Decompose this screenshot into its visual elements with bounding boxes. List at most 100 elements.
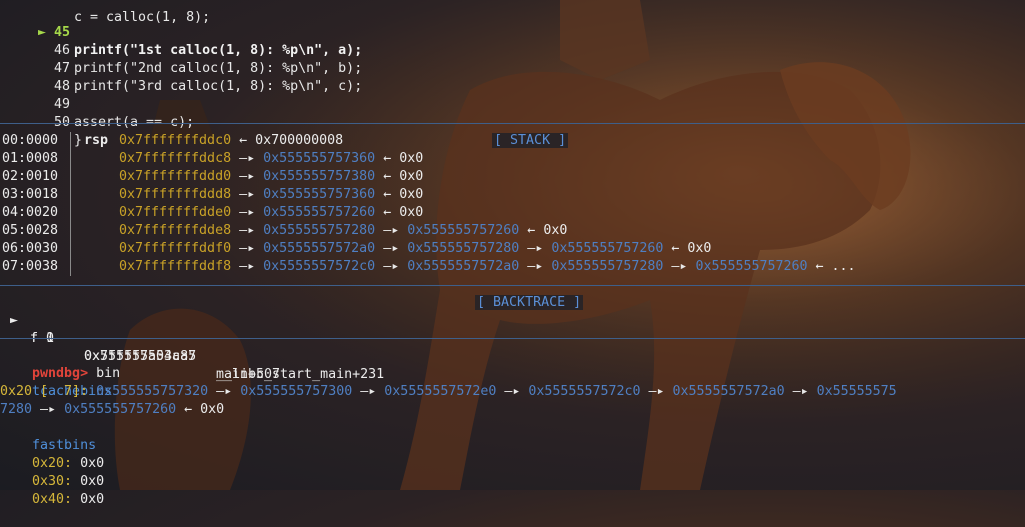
stack-chain-terminal: ← 0x0 [375, 151, 424, 166]
tcache-bin-size: 0x20 [ 7]: [0, 384, 97, 399]
heap-address: 0x5555557572a0 [407, 259, 520, 274]
source-line: 50 } [0, 96, 82, 148]
stack-chain: 0x7fffffffdde8 —▸ 0x555555757280 —▸ 0x55… [119, 222, 567, 240]
heap-address: 0x555555757260 [263, 205, 376, 220]
pointer-arrow-icon: —▸ [496, 384, 529, 399]
pointer-arrow-icon: —▸ [231, 241, 264, 256]
backtrace-header: [ BACKTRACE ] [443, 276, 584, 310]
tcache-chunk-address: 0x555555757260 [64, 402, 177, 417]
stack-chain: 0x7fffffffdde0 —▸ 0x555555757260 ← 0x0 [119, 204, 423, 222]
stack-offset: 04:0020 [2, 205, 59, 220]
stack-offset: 01:0008 [2, 151, 59, 166]
source-line-number: 45 [53, 25, 70, 40]
tcache-chunk-address-wrap: 7280 [0, 402, 33, 417]
console-separator [0, 338, 1025, 339]
frame-symbol: __libc_start_main+231 [216, 367, 385, 382]
fastbin-value: 0x0 [80, 492, 105, 507]
tcachebins-label-line: tcachebins [0, 365, 112, 399]
stack-address: 0x7fffffffdde0 [119, 205, 232, 220]
stack-register: rsp [84, 133, 109, 148]
source-line: 47 printf("3rd calloc(1, 8): %p\n", c); [0, 42, 362, 94]
tcache-chunk-address: 0x5555557572c0 [528, 384, 641, 399]
backtrace-frame[interactable]: f 1 0x7ffff7a03c87 __libc_start_main+231 [0, 312, 384, 382]
heap-address: 0x555555757260 [551, 241, 664, 256]
stack-address: 0x7fffffffddd0 [119, 169, 232, 184]
tcache-chunk-address: 0x5555557572e0 [384, 384, 497, 399]
fastbins-label-line: fastbins [0, 419, 96, 453]
stack-offset: 03:0018 [2, 187, 59, 202]
source-line-text: printf("3rd calloc(1, 8): %p\n", c); [74, 79, 363, 94]
stack-chain: 0x7fffffffddf8 —▸ 0x5555557572c0 —▸ 0x55… [119, 258, 856, 276]
pointer-arrow-icon: —▸ [231, 259, 264, 274]
pointer-arrow-icon: —▸ [375, 241, 408, 256]
source-line-current: ► 45 printf("1st calloc(1, 8): %p\n", a)… [0, 6, 362, 58]
tcache-chain-terminal: ← 0x0 [176, 402, 225, 417]
heap-address: 0x555555757260 [695, 259, 808, 274]
pointer-arrow-icon: —▸ [231, 169, 264, 184]
stack-address: 0x7fffffffdde8 [119, 223, 232, 238]
source-line-text: } [74, 133, 83, 148]
stack-chain-terminal: ← 0x0 [375, 205, 424, 220]
stack-header-label: [ STACK ] [492, 133, 569, 148]
stack-header: [ STACK ] [460, 114, 569, 148]
pointer-arrow-icon: —▸ [32, 402, 65, 417]
pointer-arrow-icon: —▸ [352, 384, 385, 399]
stack-address: 0x7fffffffddf0 [119, 241, 232, 256]
stack-chain: 0x7fffffffddc8 —▸ 0x555555757360 ← 0x0 [119, 150, 423, 168]
backtrace-frame[interactable]: ► f 0 0x555555554aa5 main+507 [0, 294, 280, 382]
stack-address: 0x7fffffffddd8 [119, 187, 232, 202]
stack-chain: 0x7fffffffddd0 —▸ 0x555555757380 ← 0x0 [119, 168, 423, 186]
pointer-arrow-icon: —▸ [231, 151, 264, 166]
stack-address: 0x7fffffffddc8 [119, 151, 232, 166]
stack-chain-terminal: ← 0x0 [375, 169, 424, 184]
frame-index: f 1 [30, 331, 55, 346]
stack-chain-terminal: ← ... [807, 259, 856, 274]
source-line-text: printf("2nd calloc(1, 8): %p\n", b); [74, 61, 363, 76]
tcache-chunk-address: 0x555555757300 [240, 384, 353, 399]
pointer-arrow-icon: —▸ [375, 223, 408, 238]
pointer-arrow-icon: —▸ [663, 259, 696, 274]
source-line-partial-text: c = calloc(1, 8); [74, 10, 211, 25]
tcache-chunk-address: 0x5555557572a0 [672, 384, 785, 399]
stack-chain-terminal: ← 0x700000008 [231, 133, 344, 148]
heap-address: 0x555555757380 [263, 169, 376, 184]
pointer-arrow-icon: —▸ [640, 384, 673, 399]
stack-offset: 00:0000 [2, 133, 59, 148]
pointer-arrow-icon: —▸ [231, 187, 264, 202]
heap-address: 0x555555757280 [263, 223, 376, 238]
stack-index-divider [70, 132, 71, 276]
stack-offset: 02:0010 [2, 169, 59, 184]
source-line-text: printf("1st calloc(1, 8): %p\n", a); [74, 43, 363, 58]
source-line: 48 [0, 60, 70, 94]
heap-address: 0x555555757360 [263, 187, 376, 202]
heap-address: 0x555555757280 [407, 241, 520, 256]
tcache-chunk-address: 0x55555575 [816, 384, 897, 399]
heap-address: 0x5555557572a0 [263, 241, 376, 256]
fastbin-row: 0x30: 0x0 [0, 455, 104, 489]
terminal[interactable]: c = calloc(1, 8); ► 45 printf("1st callo… [0, 0, 1025, 507]
source-line: 46 printf("2nd calloc(1, 8): %p\n", b); [0, 24, 362, 76]
stack-chain-terminal: ← 0x0 [663, 241, 712, 256]
stack-chain-terminal: ← 0x0 [375, 187, 424, 202]
stack-chain: 0x7fffffffddd8 —▸ 0x555555757360 ← 0x0 [119, 186, 423, 204]
tcache-chunk-address: 0x555555757320 [96, 384, 209, 399]
source-line: 49 assert(a == c); [0, 78, 194, 130]
tcache-chain-line: 0x20 [ 7]: 0x555555757320 —▸ 0x555555757… [0, 383, 897, 401]
stack-chain: 0x7fffffffddf0 —▸ 0x5555557572a0 —▸ 0x55… [119, 240, 711, 258]
stack-offset: 07:0038 [2, 259, 59, 274]
pointer-arrow-icon: —▸ [208, 384, 241, 399]
heap-address: 0x555555757260 [407, 223, 520, 238]
fastbin-row: 0x40: 0x0 [0, 473, 104, 507]
fastbin-row: 0x20: 0x0 [0, 437, 104, 471]
backtrace-header-label: [ BACKTRACE ] [475, 295, 584, 310]
pointer-arrow-icon: —▸ [231, 205, 264, 220]
stack-address: 0x7fffffffddc0 [119, 133, 232, 148]
current-line-arrow-icon: ► [37, 25, 46, 40]
tcache-chain-line-wrap: 7280 —▸ 0x555555757260 ← 0x0 [0, 401, 224, 419]
console-prompt-line[interactable]: pwndbg> bin [0, 347, 120, 381]
heap-address: 0x555555757280 [551, 259, 664, 274]
stack-chain-terminal: ← 0x0 [519, 223, 568, 238]
heap-address: 0x5555557572c0 [263, 259, 376, 274]
heap-address: 0x555555757360 [263, 151, 376, 166]
pointer-arrow-icon: —▸ [375, 259, 408, 274]
